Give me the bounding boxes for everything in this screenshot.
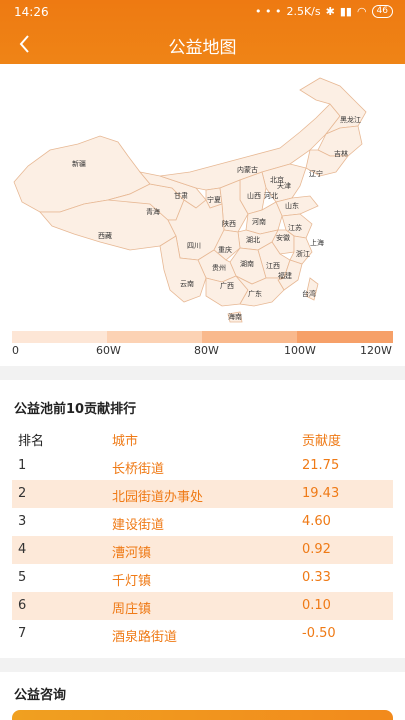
label-guizhou: 贵州	[212, 263, 226, 272]
label-liaoning: 辽宁	[309, 169, 323, 178]
page-title: 公益地图	[168, 38, 237, 58]
ranking-title: 公益池前10贡献排行	[14, 402, 137, 417]
table-row[interactable]: 3 建设街道 4.60	[12, 508, 393, 536]
row-rank: 7	[18, 626, 27, 641]
label-xizang: 西藏	[98, 231, 112, 240]
row-city: 建设街道	[112, 518, 165, 533]
label-henan: 河南	[252, 217, 266, 226]
label-hubei: 湖北	[246, 235, 260, 244]
row-city: 长桥街道	[112, 462, 165, 477]
label-jiangxi: 江西	[266, 262, 280, 270]
row-rank: 3	[18, 514, 27, 529]
row-score: 21.75	[302, 458, 340, 473]
label-jiangsu: 江苏	[288, 223, 302, 232]
legend-segment-1	[12, 331, 107, 343]
row-score: 0.33	[302, 570, 331, 585]
bluetooth-icon: ✱	[325, 5, 335, 18]
row-city: 千灯镇	[112, 574, 152, 589]
row-city: 酒泉路街道	[112, 630, 178, 645]
table-row[interactable]: 6 周庄镇 0.10	[12, 592, 393, 620]
consult-title: 公益咨询	[14, 688, 67, 703]
label-ningxia: 宁夏	[207, 195, 221, 204]
wifi-icon: ◠	[356, 5, 367, 18]
nav-bar: 公益地图	[0, 24, 405, 64]
label-zhejiang: 浙江	[296, 249, 310, 258]
row-city: 周庄镇	[112, 602, 152, 617]
battery-icon: 46	[371, 5, 393, 18]
legend-label: 80W	[194, 344, 219, 357]
label-chongqing: 重庆	[218, 245, 232, 254]
legend-labels: 0 60W 80W 100W 120W	[0, 344, 405, 358]
table-row[interactable]: 5 千灯镇 0.33	[12, 564, 393, 592]
status-dots: • • •	[254, 5, 282, 18]
label-guangxi: 广西	[220, 281, 234, 290]
label-hainan: 海南	[228, 312, 242, 321]
table-row[interactable]: 4 漕河镇 0.92	[12, 536, 393, 564]
row-score: 0.10	[302, 598, 331, 613]
label-yunnan: 云南	[180, 279, 194, 288]
label-shaanxi: 陕西	[222, 219, 236, 228]
header-score: 贡献度	[302, 434, 342, 449]
row-score: 4.60	[302, 514, 331, 529]
table-row[interactable]: 7 酒泉路街道 -0.50	[12, 620, 393, 648]
row-rank: 1	[18, 458, 27, 473]
legend-label: 0	[12, 344, 19, 357]
label-gansu: 甘肃	[174, 191, 188, 200]
china-map[interactable]: 黑龙江 吉林 辽宁 内蒙古 北京 天津 河北 山西 山东 新疆 甘肃 宁夏 陕西…	[0, 64, 405, 324]
label-shandong: 山东	[285, 201, 299, 210]
row-rank: 6	[18, 598, 27, 613]
row-rank: 5	[18, 570, 27, 585]
label-shanxi: 山西	[247, 191, 261, 200]
legend-bar	[12, 331, 393, 343]
label-jilin: 吉林	[334, 149, 348, 158]
status-bar: 14:26 • • • 2.5K/s ✱ ▮▮ ◠ 46	[0, 0, 405, 24]
table-row[interactable]: 2 北园街道办事处 19.43	[12, 480, 393, 508]
ranking-table: 排名 城市 贡献度 1 长桥街道 21.75 2 北园街道办事处 19.43 3…	[12, 424, 393, 648]
top-bar: 14:26 • • • 2.5K/s ✱ ▮▮ ◠ 46 公益地图	[0, 0, 405, 64]
label-shanghai: 上海	[310, 238, 324, 247]
consult-section: 公益咨询	[0, 672, 405, 720]
legend-label: 100W	[284, 344, 316, 357]
legend-segment-4	[297, 331, 393, 343]
row-city: 漕河镇	[112, 546, 152, 561]
row-score: 19.43	[302, 486, 340, 501]
map-card: 黑龙江 吉林 辽宁 内蒙古 北京 天津 河北 山西 山东 新疆 甘肃 宁夏 陕西…	[0, 64, 405, 366]
label-fujian: 福建	[278, 271, 292, 280]
row-rank: 4	[18, 542, 27, 557]
label-taiwan: 台湾	[302, 289, 316, 298]
signal-icon: ▮▮	[339, 5, 352, 18]
legend-label: 120W	[360, 344, 392, 357]
network-speed: 2.5K/s	[286, 5, 321, 18]
consult-banner[interactable]	[12, 710, 393, 720]
label-hunan: 湖南	[240, 259, 254, 268]
label-sichuan: 四川	[187, 242, 201, 250]
ranking-card: 公益池前10贡献排行 排名 城市 贡献度 1 长桥街道 21.75 2 北园街道…	[0, 380, 405, 658]
label-anhui: 安徽	[276, 233, 290, 242]
row-rank: 2	[18, 486, 27, 501]
table-header: 排名 城市 贡献度	[12, 424, 393, 452]
row-score: 0.92	[302, 542, 331, 557]
label-hebei: 河北	[264, 192, 278, 200]
status-right: • • • 2.5K/s ✱ ▮▮ ◠ 46	[255, 5, 393, 18]
label-guangdong: 广东	[248, 289, 262, 298]
header-rank: 排名	[18, 434, 45, 449]
label-tianjin: 天津	[277, 182, 291, 190]
legend-segment-2	[107, 331, 202, 343]
label-heilongjiang: 黑龙江	[340, 115, 361, 124]
row-city: 北园街道办事处	[112, 490, 204, 505]
table-row[interactable]: 1 长桥街道 21.75	[12, 452, 393, 480]
row-score: -0.50	[302, 626, 336, 641]
legend-label: 60W	[96, 344, 121, 357]
legend-segment-3	[202, 331, 297, 343]
header-city: 城市	[112, 434, 139, 449]
status-time: 14:26	[14, 5, 49, 19]
label-xinjiang: 新疆	[72, 159, 86, 168]
label-qinghai: 青海	[146, 207, 160, 216]
label-neimenggu: 内蒙古	[237, 165, 258, 174]
